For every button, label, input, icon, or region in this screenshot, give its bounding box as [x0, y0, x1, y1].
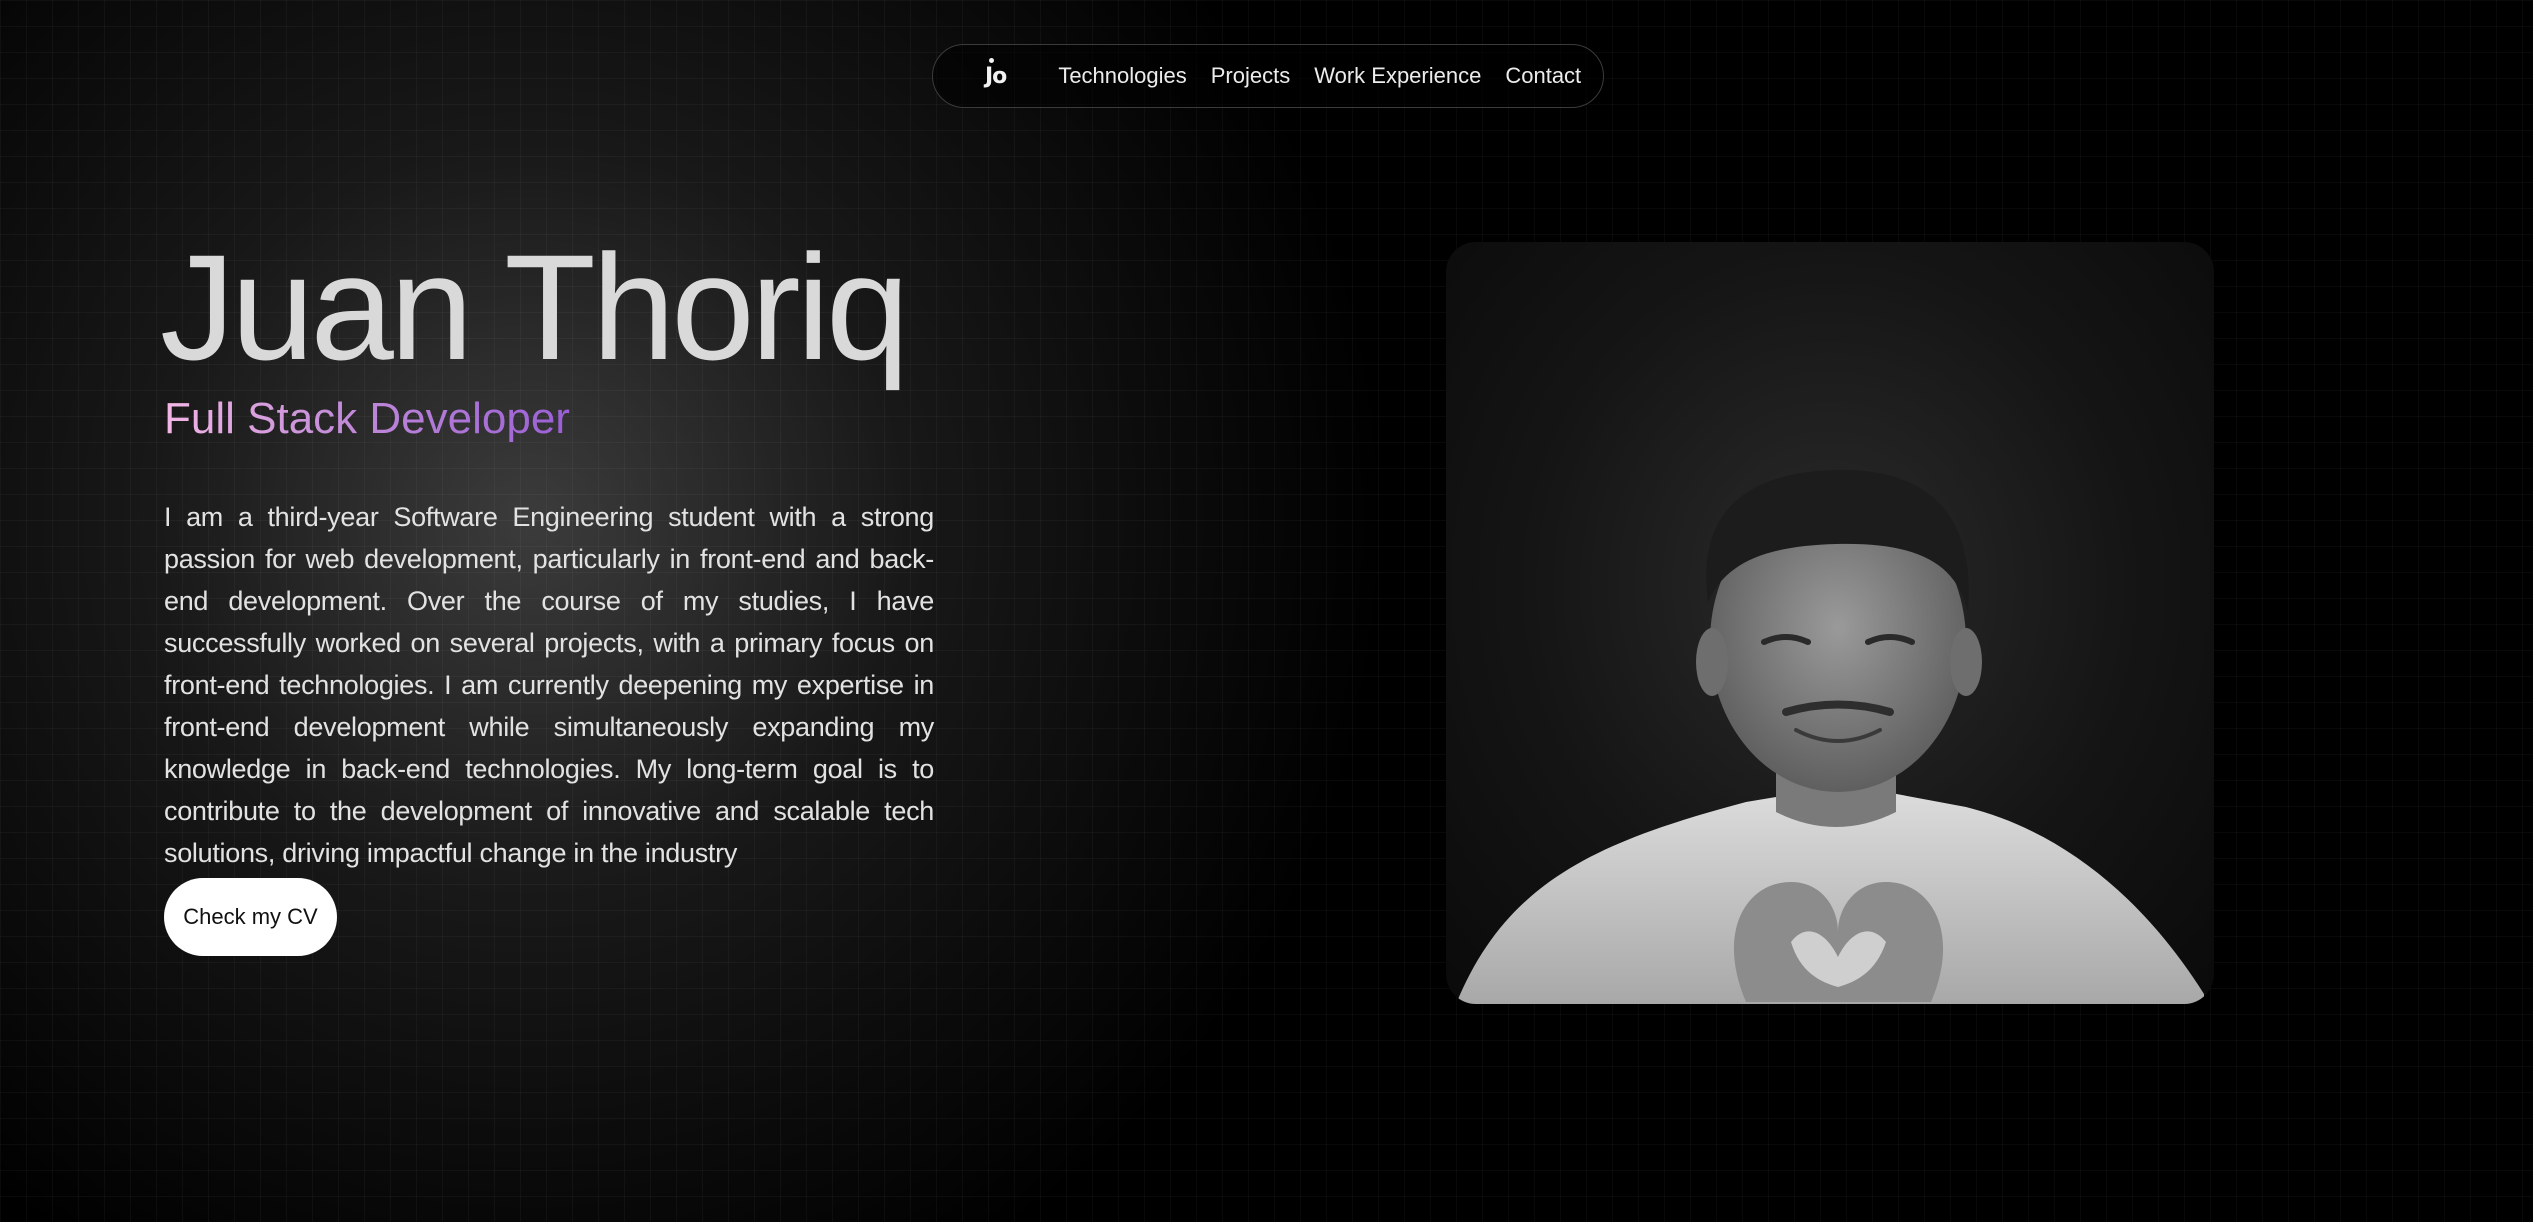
logo-dot	[989, 57, 994, 63]
nav-link-contact[interactable]: Contact	[1505, 63, 1581, 89]
check-cv-button[interactable]: Check my CV	[164, 878, 337, 956]
profile-photo	[1446, 242, 2214, 1004]
top-navbar: Jo Technologies Projects Work Experience…	[932, 44, 1604, 108]
hero-bio: I am a third-year Software Engineering s…	[164, 502, 934, 868]
profile-photo-illustration	[1456, 469, 2204, 1004]
nav-link-work-experience[interactable]: Work Experience	[1314, 63, 1481, 89]
hero-name: Juan Thoriq	[160, 223, 909, 391]
nav-link-technologies[interactable]: Technologies	[1058, 63, 1186, 89]
hero-role: Full Stack Developer	[164, 394, 570, 443]
logo-text: Jo	[985, 63, 1007, 89]
page: Jo Technologies Projects Work Experience…	[0, 0, 2533, 1222]
logo[interactable]: Jo	[985, 57, 1007, 89]
nav-link-projects[interactable]: Projects	[1211, 63, 1290, 89]
